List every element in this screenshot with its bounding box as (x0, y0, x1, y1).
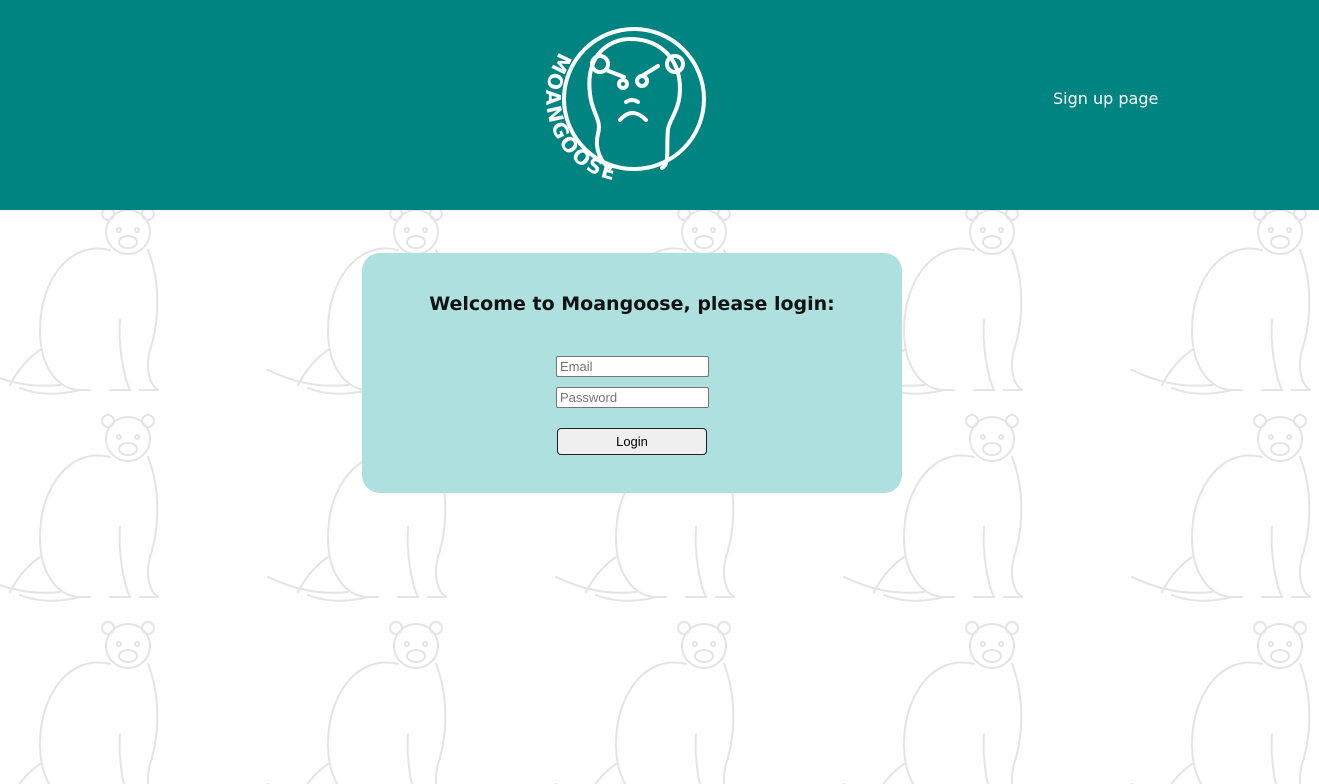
password-input[interactable] (556, 387, 709, 408)
site-header: MOANGOOSE Sign up page (0, 0, 1319, 210)
login-title: Welcome to Moangoose, please login: (429, 293, 835, 315)
moangoose-logo-icon: MOANGOOSE (541, 27, 706, 186)
email-input[interactable] (556, 356, 709, 377)
login-card: Welcome to Moangoose, please login: Logi… (362, 253, 902, 493)
login-page: MOANGOOSE Sign up page Welcome to Moango… (0, 0, 1319, 784)
sign-up-link[interactable]: Sign up page (1053, 89, 1158, 108)
moangoose-logo[interactable]: MOANGOOSE (540, 24, 712, 194)
login-button[interactable]: Login (557, 428, 707, 455)
